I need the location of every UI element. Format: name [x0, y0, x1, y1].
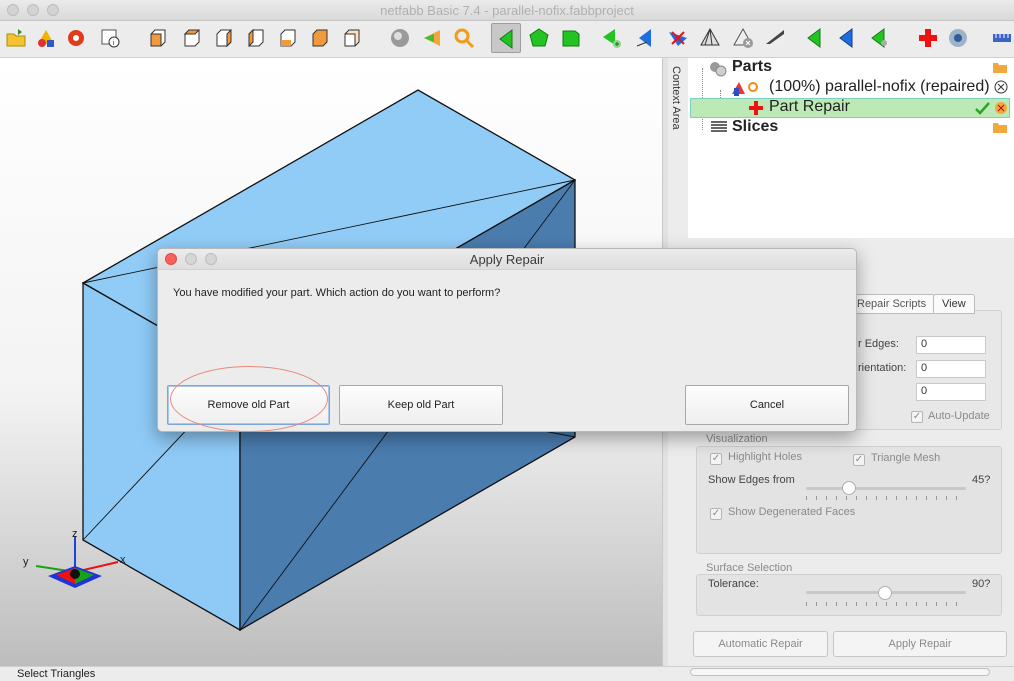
- tree-part-item[interactable]: (100%) parallel-nofix (repaired): [769, 78, 990, 96]
- slices-folder-icon[interactable]: [992, 120, 1008, 134]
- dialog-close-button[interactable]: [165, 253, 177, 265]
- show-edges-slider[interactable]: [806, 487, 966, 490]
- third-count-field: 0: [916, 383, 986, 401]
- close-part-icon[interactable]: [994, 80, 1008, 94]
- tolerance-ticks: [806, 602, 966, 606]
- view-top-icon[interactable]: [276, 26, 300, 50]
- tree-part-repair-row[interactable]: [690, 98, 1010, 118]
- apply-repair-button[interactable]: Apply Repair: [833, 631, 1007, 657]
- select-surface-icon[interactable]: [527, 26, 551, 50]
- panel-horizontal-scrollbar[interactable]: [690, 668, 990, 676]
- tree-parts[interactable]: Parts: [732, 58, 772, 76]
- select-triangles-button[interactable]: [491, 23, 521, 53]
- axis-x-label: x: [120, 554, 126, 566]
- show-edges-slider-knob[interactable]: [842, 481, 856, 495]
- repair-icon[interactable]: [64, 26, 88, 50]
- move-back-icon[interactable]: [834, 26, 858, 50]
- status-text: Select Triangles: [17, 668, 96, 680]
- discard-icon[interactable]: [994, 101, 1008, 115]
- remove-icon[interactable]: [731, 26, 755, 50]
- highlight-holes-label: Highlight Holes: [728, 451, 802, 463]
- orientation-label: rientation:: [858, 362, 907, 374]
- triangle-mesh-checkbox[interactable]: ✓: [853, 454, 865, 466]
- context-area-label: Context Area: [670, 66, 682, 130]
- slices-icon: [711, 121, 727, 132]
- tree-slices[interactable]: Slices: [732, 118, 778, 136]
- keep-old-part-button[interactable]: Keep old Part: [339, 385, 503, 425]
- dialog-zoom-button: [205, 253, 217, 265]
- select-shell-icon[interactable]: [559, 26, 583, 50]
- cut-icon[interactable]: [666, 26, 690, 50]
- tolerance-label: Tolerance:: [708, 578, 759, 590]
- show-edges-ticks: [806, 496, 966, 500]
- dialog-minimize-button: [185, 253, 197, 265]
- measure-icon[interactable]: [763, 26, 787, 50]
- show-edges-label: Show Edges from: [708, 474, 795, 486]
- view-bottom-icon[interactable]: [308, 26, 332, 50]
- add-repair-icon[interactable]: [916, 26, 940, 50]
- part-icon: [732, 82, 758, 96]
- cone-icon[interactable]: [421, 26, 445, 50]
- select-plane-icon[interactable]: [633, 26, 657, 50]
- project-tree: Parts (100%) parallel-nofix (repaired) P…: [688, 58, 1014, 238]
- info-icon[interactable]: i: [98, 26, 122, 50]
- add-part-icon[interactable]: [34, 26, 58, 50]
- apply-repair-dialog: Apply Repair You have modified your part…: [157, 248, 857, 432]
- cancel-button[interactable]: Cancel: [685, 385, 849, 425]
- dialog-message: You have modified your part. Which actio…: [173, 287, 501, 299]
- open-icon[interactable]: [4, 26, 28, 50]
- apply-check-icon[interactable]: [974, 101, 990, 115]
- orientation-field: 0: [916, 360, 986, 378]
- move-right-icon[interactable]: [866, 26, 890, 50]
- highlight-holes-checkbox[interactable]: ✓: [710, 453, 722, 465]
- window-title: netfabb Basic 7.4 - parallel-nofix.fabbp…: [380, 3, 634, 18]
- pyramid-icon[interactable]: [698, 26, 722, 50]
- show-edges-value: 45?: [972, 474, 991, 486]
- zoom-icon[interactable]: [452, 26, 476, 50]
- tab-repair-scripts[interactable]: Repair Scripts: [848, 294, 936, 314]
- view-front-icon[interactable]: [146, 26, 170, 50]
- border-edges-label: r Edges:: [858, 338, 899, 350]
- tolerance-slider-knob[interactable]: [878, 586, 892, 600]
- ruler-icon[interactable]: [990, 26, 1014, 50]
- folder-icon[interactable]: [992, 60, 1008, 74]
- sphere-icon[interactable]: [388, 26, 412, 50]
- axis-z-label: z: [72, 528, 78, 540]
- settings-icon[interactable]: [946, 26, 970, 50]
- select-triangles-icon: [499, 29, 513, 49]
- tolerance-value: 90?: [972, 578, 991, 590]
- visualization-title: Visualization: [706, 433, 768, 445]
- triangle-mesh-label: Triangle Mesh: [871, 452, 941, 464]
- window-titlebar: netfabb Basic 7.4 - parallel-nofix.fabbp…: [0, 0, 1014, 21]
- view-iso-icon[interactable]: [340, 26, 364, 50]
- move-left-icon[interactable]: [802, 26, 826, 50]
- tree-part-repair[interactable]: Part Repair: [769, 98, 850, 116]
- add-triangle-icon[interactable]: [599, 26, 623, 50]
- auto-update-checkbox[interactable]: ✓: [911, 411, 923, 423]
- axis-y-label: y: [23, 556, 29, 568]
- view-left-icon[interactable]: [212, 26, 236, 50]
- parts-icon: [710, 62, 727, 77]
- surface-selection-title: Surface Selection: [706, 562, 793, 574]
- automatic-repair-button[interactable]: Automatic Repair: [693, 631, 828, 657]
- main-toolbar: i: [0, 21, 1014, 58]
- view-right-icon[interactable]: [244, 26, 268, 50]
- border-edges-field: 0: [916, 336, 986, 354]
- dialog-title: Apply Repair: [158, 249, 856, 270]
- tab-view[interactable]: View: [933, 294, 975, 314]
- show-degenerated-label: Show Degenerated Faces: [728, 506, 856, 518]
- auto-update-label: Auto-Update: [928, 410, 990, 422]
- remove-old-part-button[interactable]: Remove old Part: [167, 385, 330, 425]
- view-back-icon[interactable]: [180, 26, 204, 50]
- repair-cross-icon: [749, 101, 763, 115]
- show-degenerated-checkbox[interactable]: ✓: [710, 508, 722, 520]
